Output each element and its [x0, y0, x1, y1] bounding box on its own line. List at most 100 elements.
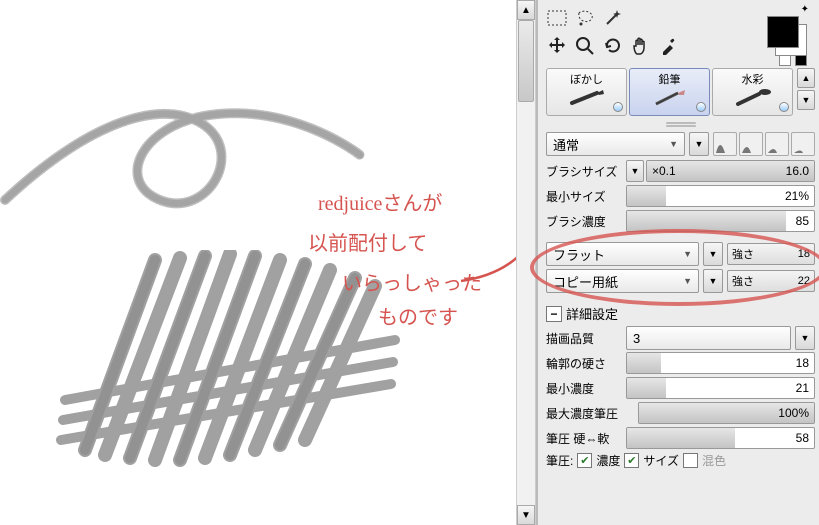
brush-stroke-loop — [0, 60, 370, 210]
slider-value: 58 — [796, 431, 809, 445]
eyedropper-icon[interactable] — [658, 35, 680, 57]
canvas[interactable]: redjuiceさんが 以前配付して いらっしゃった ものです — [0, 0, 532, 525]
texture-dropdown[interactable]: コピー用紙 ▼ — [546, 269, 699, 293]
water-drop-icon — [779, 102, 789, 112]
checkbox-density-label: 濃度 — [596, 452, 620, 469]
slider-value: 85 — [796, 214, 809, 228]
zoom-icon[interactable] — [574, 35, 596, 57]
brush-tab-label: ぼかし — [570, 71, 603, 87]
density-slider[interactable]: 85 — [626, 210, 815, 232]
brush-shape-options[interactable]: ▼ — [703, 242, 723, 266]
color-swatches[interactable]: ✦ — [761, 6, 807, 69]
brush-tab-pencil[interactable]: 鉛筆 — [629, 68, 710, 116]
slider-left: ×0.1 — [652, 164, 676, 178]
swap-colors-icon[interactable]: ✦ — [801, 4, 809, 15]
brush-tab-watercolor[interactable]: 水彩 — [712, 68, 793, 116]
advanced-settings-label: 詳細設定 — [566, 304, 618, 323]
pressure-label: 筆圧: — [546, 452, 573, 469]
annotation-line1: redjuiceさんが — [318, 192, 442, 216]
texture-group: フラット ▼ ▼ 強さ 18 コピー用紙 ▼ ▼ 強さ 22 — [544, 235, 817, 300]
rotate-icon[interactable] — [602, 35, 624, 57]
water-drop-icon — [613, 102, 623, 112]
param-edge-hardness: 輪郭の硬さ 18 — [546, 352, 815, 374]
param-min-size: 最小サイズ 21% — [546, 185, 815, 207]
scroll-up-button[interactable]: ▲ — [517, 0, 535, 20]
hand-icon[interactable] — [630, 35, 652, 57]
edge-hardness-slider[interactable]: 18 — [626, 352, 815, 374]
slider-value: 16.0 — [786, 164, 809, 178]
max-density-pressure-slider[interactable]: 100% — [638, 402, 815, 424]
texture-strength-slider[interactable]: 強さ 22 — [727, 270, 815, 292]
checkbox-blend-label: 混色 — [702, 452, 726, 469]
advanced-settings-header[interactable]: − 詳細設定 — [546, 304, 815, 323]
texture-value: コピー用紙 — [553, 272, 618, 291]
mini-slider-value: 22 — [798, 275, 810, 287]
lasso-select-icon[interactable] — [574, 7, 596, 29]
min-density-slider[interactable]: 21 — [626, 377, 815, 399]
magic-wand-icon[interactable] — [602, 7, 624, 29]
quality-dropdown[interactable]: 3 — [626, 326, 791, 350]
brush-shape-strength-slider[interactable]: 強さ 18 — [727, 243, 815, 265]
param-label: ブラシ濃度 — [546, 213, 626, 230]
param-brush-size: ブラシサイズ ▼ ×0.1 16.0 — [546, 160, 815, 182]
pressure-curve-4[interactable] — [791, 132, 815, 156]
panel-gripper[interactable] — [666, 122, 696, 128]
chevron-down-icon: ▼ — [669, 139, 678, 149]
collapse-icon[interactable]: − — [546, 306, 562, 322]
brush-size-slider[interactable]: ×0.1 16.0 — [646, 160, 815, 182]
brush-size-options[interactable]: ▼ — [626, 160, 644, 182]
annotation-line4: ものです — [378, 306, 458, 330]
water-drop-icon — [696, 102, 706, 112]
param-label: 描画品質 — [546, 330, 626, 347]
quality-value: 3 — [633, 331, 640, 346]
hard-soft-slider[interactable]: 58 — [626, 427, 815, 449]
mini-slider-label: 強さ — [732, 246, 754, 262]
chevron-down-icon: ▼ — [683, 276, 692, 286]
brush-thumb-icon — [567, 88, 607, 108]
blend-mode-options[interactable]: ▼ — [689, 132, 709, 156]
brush-tab-label: 鉛筆 — [659, 71, 681, 87]
scroll-down-button[interactable]: ▼ — [517, 505, 535, 525]
param-density: ブラシ濃度 85 — [546, 210, 815, 232]
watercolor-thumb-icon — [733, 88, 773, 108]
blend-mode-dropdown[interactable]: 通常 ▼ — [546, 132, 685, 156]
slider-value: 21 — [796, 381, 809, 395]
slider-value: 21% — [785, 189, 809, 203]
mini-slider-label: 強さ — [732, 273, 754, 289]
quality-options[interactable]: ▼ — [795, 326, 815, 350]
param-label: 筆圧 硬⇔軟 — [546, 430, 626, 447]
pencil-thumb-icon — [650, 88, 690, 108]
tab-scroll-up[interactable]: ▲ — [797, 68, 815, 88]
min-size-slider[interactable]: 21% — [626, 185, 815, 207]
slider-value: 100% — [778, 406, 809, 420]
checkbox-size-label: サイズ — [643, 452, 679, 469]
param-label: ブラシサイズ — [546, 163, 626, 180]
pressure-curve-icons[interactable] — [713, 132, 815, 156]
annotation-line2: 以前配付して — [308, 232, 427, 256]
pressure-checkbox-row: 筆圧: ✔ 濃度 ✔ サイズ 混色 — [546, 452, 815, 469]
checkbox-density[interactable]: ✔ — [577, 453, 592, 468]
mini-slider-value: 18 — [798, 248, 810, 260]
param-quality: 描画品質 3 ▼ — [546, 327, 815, 349]
pressure-curve-3[interactable] — [765, 132, 789, 156]
brush-shape-dropdown[interactable]: フラット ▼ — [546, 242, 699, 266]
checkbox-blend[interactable] — [683, 453, 698, 468]
tab-scroll-down[interactable]: ▼ — [797, 90, 815, 110]
brush-shape-value: フラット — [553, 245, 605, 264]
texture-options[interactable]: ▼ — [703, 269, 723, 293]
vertical-scrollbar[interactable]: ▲ ▼ — [516, 0, 536, 525]
brush-tab-blur[interactable]: ぼかし — [546, 68, 627, 116]
pressure-curve-1[interactable] — [713, 132, 737, 156]
brush-tab-label: 水彩 — [742, 71, 764, 87]
foreground-color-swatch[interactable] — [767, 16, 799, 48]
checkbox-size[interactable]: ✔ — [624, 453, 639, 468]
hand-drawn-circle — [530, 229, 819, 306]
pressure-curve-2[interactable] — [739, 132, 763, 156]
rect-select-icon[interactable] — [546, 7, 568, 29]
scroll-thumb[interactable] — [518, 20, 534, 102]
slider-value: 18 — [796, 356, 809, 370]
param-min-density: 最小濃度 21 — [546, 377, 815, 399]
param-label: 最大濃度筆圧 — [546, 405, 638, 422]
move-icon[interactable] — [546, 35, 568, 57]
chevron-down-icon: ▼ — [683, 249, 692, 259]
